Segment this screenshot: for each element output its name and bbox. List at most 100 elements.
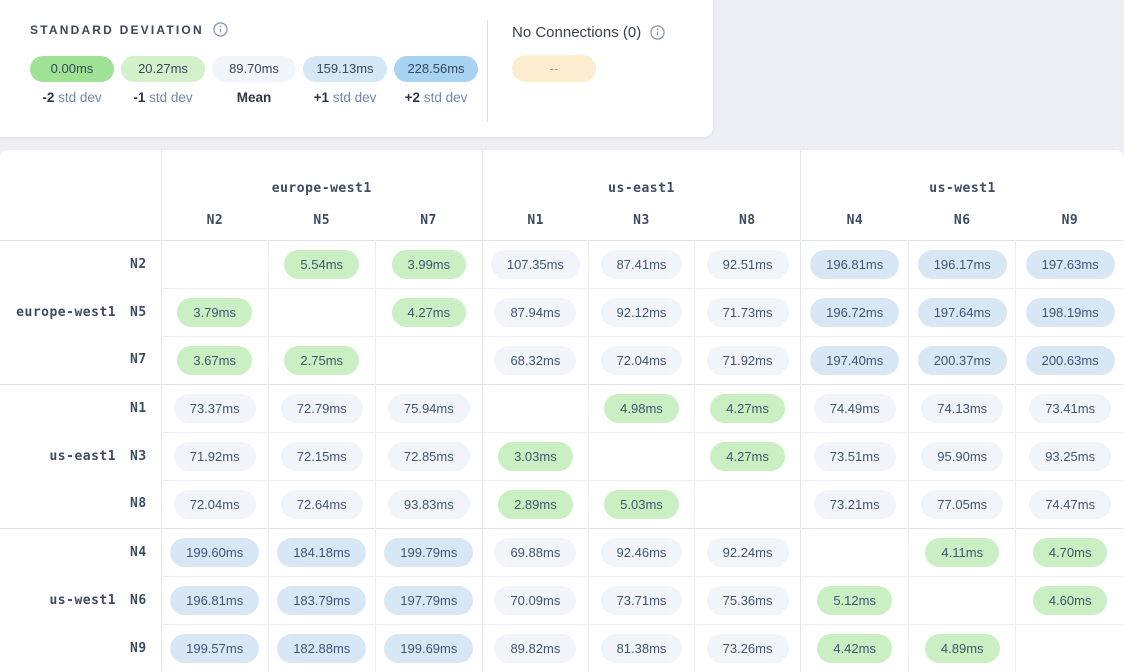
latency-pill-N6-N1[interactable]: 70.09ms: [494, 586, 576, 615]
latency-pill-N2-N8[interactable]: 92.51ms: [707, 250, 789, 279]
latency-pill-N8-N5[interactable]: 72.64ms: [281, 490, 363, 519]
latency-pill-N8-N3[interactable]: 5.03ms: [604, 490, 679, 519]
latency-pill-N1-N9[interactable]: 73.41ms: [1029, 394, 1111, 423]
legend-label-bold: -2: [42, 90, 54, 105]
latency-pill-N5-N2[interactable]: 3.79ms: [177, 298, 252, 327]
cell-N3-N9: 93.25ms: [1016, 432, 1124, 480]
legend-label-rest: std dev: [145, 90, 192, 105]
latency-pill-N2-N6[interactable]: 196.17ms: [918, 250, 1007, 279]
cell-N7-N7: [375, 336, 482, 384]
latency-pill-N8-N4[interactable]: 73.21ms: [814, 490, 896, 519]
latency-pill-N5-N1[interactable]: 87.94ms: [494, 298, 576, 327]
latency-pill-N1-N5[interactable]: 72.79ms: [281, 394, 363, 423]
latency-pill-N4-N7[interactable]: 199.79ms: [384, 538, 473, 567]
column-region-us-west1: us-west1: [801, 150, 1124, 208]
cell-N3-N3: [588, 432, 694, 480]
latency-pill-N5-N8[interactable]: 71.73ms: [707, 298, 789, 327]
cell-N9-N3: 81.38ms: [588, 624, 694, 672]
latency-pill-N9-N2[interactable]: 199.57ms: [170, 634, 259, 663]
latency-pill-N5-N4[interactable]: 196.72ms: [810, 298, 899, 327]
latency-pill-N1-N8[interactable]: 4.27ms: [710, 394, 785, 423]
latency-pill-N4-N3[interactable]: 92.46ms: [601, 538, 683, 567]
row-group-us-east1: us-east1N173.37ms72.79ms75.94ms4.98ms4.2…: [0, 384, 1124, 528]
latency-pill-N8-N6[interactable]: 77.05ms: [921, 490, 1003, 519]
latency-pill-N3-N5[interactable]: 72.15ms: [281, 442, 363, 471]
latency-pill-N2-N4[interactable]: 196.81ms: [810, 250, 899, 279]
latency-pill-N8-N1[interactable]: 2.89ms: [498, 490, 573, 519]
cell-N1-N9: 73.41ms: [1016, 384, 1124, 432]
latency-pill-N2-N3[interactable]: 87.41ms: [601, 250, 683, 279]
latency-pill-N4-N8[interactable]: 92.24ms: [707, 538, 789, 567]
no-connections-block: No Connections (0) --: [512, 24, 665, 82]
cell-N8-N5: 72.64ms: [268, 480, 375, 528]
cell-N4-N9: 4.70ms: [1016, 528, 1124, 576]
info-icon[interactable]: [650, 25, 665, 40]
latency-pill-N6-N4[interactable]: 5.12ms: [817, 586, 892, 615]
latency-pill-N7-N4[interactable]: 197.40ms: [810, 346, 899, 375]
latency-pill-N7-N1[interactable]: 68.32ms: [494, 346, 576, 375]
latency-pill-N4-N5[interactable]: 184.18ms: [277, 538, 366, 567]
latency-pill-N3-N1[interactable]: 3.03ms: [498, 442, 573, 471]
latency-pill-N3-N4[interactable]: 73.51ms: [814, 442, 896, 471]
latency-pill-N7-N5[interactable]: 2.75ms: [284, 346, 359, 375]
latency-pill-N2-N1[interactable]: 107.35ms: [491, 250, 580, 279]
latency-pill-N8-N7[interactable]: 93.83ms: [388, 490, 470, 519]
latency-pill-N8-N9[interactable]: 74.47ms: [1029, 490, 1111, 519]
cell-N6-N2: 196.81ms: [161, 576, 268, 624]
latency-pill-N6-N2[interactable]: 196.81ms: [170, 586, 259, 615]
latency-pill-N5-N9[interactable]: 198.19ms: [1026, 298, 1115, 327]
latency-pill-N5-N3[interactable]: 92.12ms: [601, 298, 683, 327]
latency-pill-N6-N8[interactable]: 75.36ms: [707, 586, 789, 615]
latency-pill-N7-N6[interactable]: 200.37ms: [918, 346, 1007, 375]
latency-pill-N9-N1[interactable]: 89.82ms: [494, 634, 576, 663]
latency-pill-N7-N8[interactable]: 71.92ms: [707, 346, 789, 375]
latency-pill-N1-N4[interactable]: 74.49ms: [814, 394, 896, 423]
column-node-N6: N6: [909, 208, 1016, 240]
latency-pill-N2-N7[interactable]: 3.99ms: [392, 250, 467, 279]
latency-pill-N1-N2[interactable]: 73.37ms: [174, 394, 256, 423]
latency-pill-N9-N4[interactable]: 4.42ms: [817, 634, 892, 663]
latency-pill-N4-N2[interactable]: 199.60ms: [170, 538, 259, 567]
latency-pill-N8-N2[interactable]: 72.04ms: [174, 490, 256, 519]
latency-pill-N9-N8[interactable]: 73.26ms: [707, 634, 789, 663]
latency-pill-N2-N5[interactable]: 5.54ms: [284, 250, 359, 279]
latency-pill-N7-N2[interactable]: 3.67ms: [177, 346, 252, 375]
latency-pill-N9-N5[interactable]: 182.88ms: [277, 634, 366, 663]
latency-pill-N6-N7[interactable]: 197.79ms: [384, 586, 473, 615]
latency-pill-N1-N6[interactable]: 74.13ms: [921, 394, 1003, 423]
cell-N1-N2: 73.37ms: [161, 384, 268, 432]
latency-pill-N1-N3[interactable]: 4.98ms: [604, 394, 679, 423]
latency-pill-N7-N3[interactable]: 72.04ms: [601, 346, 683, 375]
cell-N7-N1: 68.32ms: [482, 336, 588, 384]
latency-pill-N4-N6[interactable]: 4.11ms: [925, 538, 999, 567]
latency-pill-N6-N3[interactable]: 73.71ms: [601, 586, 683, 615]
cell-N8-N6: 77.05ms: [909, 480, 1016, 528]
latency-pill-N1-N7[interactable]: 75.94ms: [388, 394, 470, 423]
cell-N3-N7: 72.85ms: [375, 432, 482, 480]
latency-pill-N5-N6[interactable]: 197.64ms: [918, 298, 1007, 327]
latency-pill-N3-N7[interactable]: 72.85ms: [388, 442, 470, 471]
latency-pill-N6-N5[interactable]: 183.79ms: [277, 586, 366, 615]
latency-pill-N5-N7[interactable]: 4.27ms: [392, 298, 467, 327]
row-group-us-west1: us-west1N4199.60ms184.18ms199.79ms69.88m…: [0, 528, 1124, 672]
latency-pill-N3-N8[interactable]: 4.27ms: [710, 442, 785, 471]
latency-pill-N2-N9[interactable]: 197.63ms: [1026, 250, 1115, 279]
latency-pill-N9-N3[interactable]: 81.38ms: [601, 634, 683, 663]
latency-pill-N3-N2[interactable]: 71.92ms: [174, 442, 256, 471]
latency-pill-N3-N6[interactable]: 95.90ms: [921, 442, 1003, 471]
latency-pill-N9-N7[interactable]: 199.69ms: [384, 634, 473, 663]
cell-N6-N4: 5.12ms: [801, 576, 909, 624]
latency-pill-N9-N6[interactable]: 4.89ms: [925, 634, 1000, 663]
latency-pill-N4-N1[interactable]: 69.88ms: [494, 538, 576, 567]
latency-pill-N6-N9[interactable]: 4.60ms: [1033, 586, 1108, 615]
row-node-N8: N8: [118, 480, 161, 528]
info-icon[interactable]: [213, 22, 228, 37]
cell-N8-N1: 2.89ms: [482, 480, 588, 528]
latency-pill-N4-N9[interactable]: 4.70ms: [1033, 538, 1108, 567]
legend-label-plus2: +2 std dev: [394, 90, 478, 105]
row-node-N1: N1: [118, 384, 161, 432]
latency-pill-N3-N9[interactable]: 93.25ms: [1029, 442, 1111, 471]
latency-pill-N7-N9[interactable]: 200.63ms: [1026, 346, 1115, 375]
cell-N9-N4: 4.42ms: [801, 624, 909, 672]
cell-N6-N1: 70.09ms: [482, 576, 588, 624]
